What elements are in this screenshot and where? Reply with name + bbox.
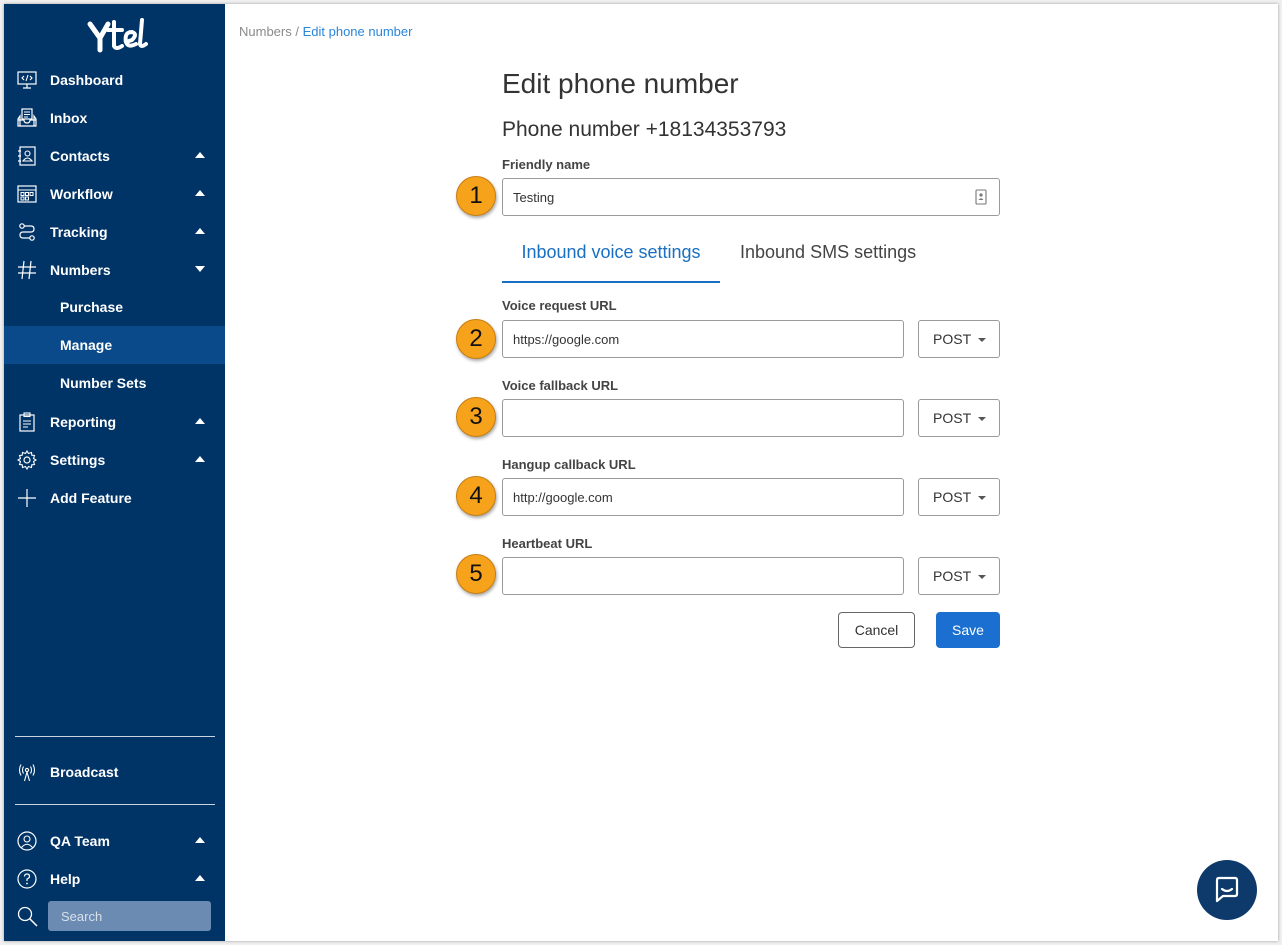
broadcast-icon	[18, 764, 36, 782]
breadcrumb: Numbers / Edit phone number	[239, 24, 412, 39]
sidebar-item-label: QA Team	[50, 833, 110, 849]
step-badge-2: 2	[456, 319, 496, 359]
voice-fallback-url-input[interactable]	[502, 399, 904, 437]
chevron-up-icon[interactable]	[195, 228, 205, 234]
breadcrumb-current: Edit phone number	[302, 24, 413, 39]
sidebar-item-workflow[interactable]: Workflow	[4, 175, 225, 213]
help-icon	[17, 869, 37, 889]
save-button[interactable]: Save	[936, 612, 1000, 648]
friendly-name-label: Friendly name	[502, 157, 591, 172]
sidebar-item-add-feature[interactable]: Add Feature	[4, 479, 225, 517]
sidebar-item-label: Dashboard	[50, 72, 124, 88]
sidebar-subitem-purchase[interactable]: Purchase	[4, 288, 225, 326]
chevron-up-icon[interactable]	[195, 418, 205, 424]
step-badge-1: 1	[456, 176, 496, 216]
chat-launcher-button[interactable]	[1197, 860, 1257, 920]
phone-number-heading: Phone number +18134353793	[502, 118, 787, 141]
sidebar-subitem-manage[interactable]: Manage	[4, 326, 225, 364]
sidebar-item-numbers[interactable]: Numbers	[4, 251, 225, 289]
method-value: POST	[933, 568, 972, 584]
sidebar-item-team[interactable]: QA Team	[4, 822, 225, 860]
sidebar-item-label: Add Feature	[50, 490, 132, 506]
step-badge-4: 4	[456, 476, 496, 516]
sidebar-divider	[15, 804, 215, 805]
chevron-down-icon	[978, 338, 986, 342]
sidebar-subitem-label: Manage	[60, 337, 113, 353]
tab-inbound-voice[interactable]: Inbound voice settings	[502, 242, 720, 283]
breadcrumb-separator: /	[291, 24, 303, 39]
friendly-name-input[interactable]	[502, 178, 1000, 216]
tracking-icon	[19, 223, 35, 241]
sidebar-item-label: Inbox	[50, 110, 88, 126]
heartbeat-url-input[interactable]	[502, 557, 904, 595]
heartbeat-url-label: Heartbeat URL	[502, 536, 593, 551]
sidebar-item-reporting[interactable]: Reporting	[4, 403, 225, 441]
sidebar-item-label: Settings	[50, 452, 106, 468]
hangup-callback-url-input[interactable]	[502, 478, 904, 516]
method-value: POST	[933, 410, 972, 426]
plus-icon	[18, 489, 36, 507]
workflow-icon	[17, 185, 37, 203]
step-badge-3: 3	[456, 397, 496, 437]
voice-fallback-method-select[interactable]: POST	[918, 399, 1000, 437]
sidebar-item-label: Numbers	[50, 262, 111, 278]
contacts-icon	[18, 146, 36, 166]
gear-icon	[17, 450, 37, 470]
sidebar-item-label: Help	[50, 871, 81, 887]
sidebar-item-label: Workflow	[50, 186, 113, 202]
step-badge-5: 5	[456, 554, 496, 594]
breadcrumb-parent-link[interactable]: Numbers	[239, 24, 292, 39]
dashboard-icon	[17, 71, 37, 89]
sidebar-item-dashboard[interactable]: Dashboard	[4, 61, 225, 99]
sidebar-item-contacts[interactable]: Contacts	[4, 137, 225, 175]
voice-request-method-select[interactable]: POST	[918, 320, 1000, 358]
main-content: Numbers / Edit phone number Edit phone n…	[225, 4, 1278, 941]
sidebar-item-label: Contacts	[50, 148, 110, 164]
chevron-up-icon[interactable]	[195, 456, 205, 462]
sidebar-subitem-number-sets[interactable]: Number Sets	[4, 364, 225, 402]
cancel-button[interactable]: Cancel	[838, 612, 915, 648]
chevron-down-icon	[978, 496, 986, 500]
voice-request-url-input[interactable]	[502, 320, 904, 358]
tab-inbound-sms[interactable]: Inbound SMS settings	[740, 242, 916, 281]
chevron-up-icon[interactable]	[195, 875, 205, 881]
chat-icon	[1215, 876, 1239, 903]
app-window: Dashboard Inbox Contacts Workflow Tracki…	[4, 4, 1278, 941]
chevron-down-icon	[978, 575, 986, 579]
inbox-icon	[17, 108, 37, 127]
contact-card-icon[interactable]	[974, 189, 988, 205]
sidebar-item-label: Reporting	[50, 414, 117, 430]
sidebar-subitem-label: Purchase	[60, 299, 124, 315]
reporting-icon	[19, 412, 35, 432]
hangup-callback-url-label: Hangup callback URL	[502, 457, 636, 472]
sidebar-item-help[interactable]: Help	[4, 860, 225, 898]
user-icon	[17, 831, 37, 851]
chevron-down-icon[interactable]	[195, 266, 205, 272]
voice-fallback-url-label: Voice fallback URL	[502, 378, 619, 393]
sidebar: Dashboard Inbox Contacts Workflow Tracki…	[4, 4, 225, 941]
chevron-up-icon[interactable]	[195, 837, 205, 843]
sidebar-divider	[15, 736, 215, 737]
hash-icon	[18, 260, 36, 280]
chevron-down-icon	[978, 417, 986, 421]
sidebar-item-broadcast[interactable]: Broadcast	[4, 753, 225, 791]
sidebar-search-input[interactable]	[48, 901, 211, 931]
chevron-up-icon[interactable]	[195, 190, 205, 196]
sidebar-item-label: Tracking	[50, 224, 108, 240]
sidebar-item-inbox[interactable]: Inbox	[4, 99, 225, 137]
voice-request-url-label: Voice request URL	[502, 298, 617, 313]
hangup-callback-method-select[interactable]: POST	[918, 478, 1000, 516]
heartbeat-method-select[interactable]: POST	[918, 557, 1000, 595]
method-value: POST	[933, 331, 972, 347]
method-value: POST	[933, 489, 972, 505]
search-icon	[17, 906, 38, 927]
sidebar-item-label: Broadcast	[50, 764, 119, 780]
sidebar-item-tracking[interactable]: Tracking	[4, 213, 225, 251]
ytel-logo	[87, 18, 148, 53]
sidebar-item-settings[interactable]: Settings	[4, 441, 225, 479]
sidebar-subitem-label: Number Sets	[60, 375, 147, 391]
page-title: Edit phone number	[502, 68, 739, 99]
chevron-up-icon[interactable]	[195, 152, 205, 158]
